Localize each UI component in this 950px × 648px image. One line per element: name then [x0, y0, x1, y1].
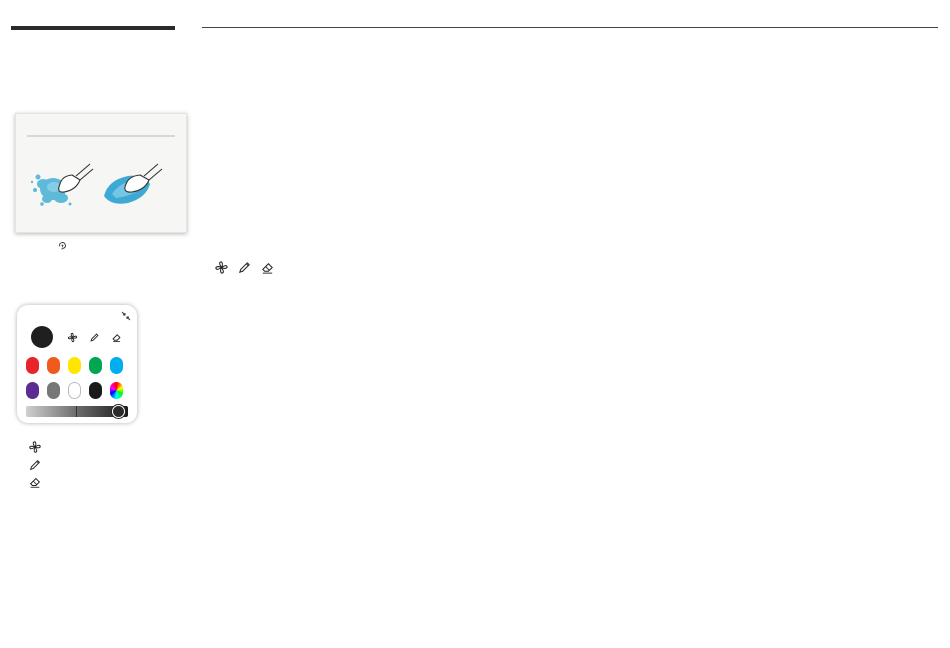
- brightness-slider[interactable]: [26, 405, 128, 418]
- swatch-orange[interactable]: [47, 357, 60, 374]
- section-rule: [11, 26, 175, 30]
- swatch-white[interactable]: [68, 382, 81, 399]
- swatch-green[interactable]: [89, 357, 102, 374]
- eraser-icon: [262, 262, 273, 274]
- brush-1: [58, 163, 94, 193]
- brush-2: [124, 163, 163, 193]
- swatch-blue[interactable]: [110, 357, 123, 374]
- swatch-purple[interactable]: [26, 382, 39, 399]
- pinwheel-icon[interactable]: [67, 332, 78, 343]
- swatch-black[interactable]: [89, 382, 102, 399]
- pen-icon: [29, 459, 41, 471]
- eraser-icon[interactable]: [111, 332, 122, 343]
- pen-settings-panel: [17, 305, 137, 423]
- swatch-yellow[interactable]: [68, 357, 81, 374]
- pinwheel-icon: [29, 441, 41, 453]
- pen-icon[interactable]: [89, 332, 100, 343]
- pen-icon: [238, 261, 250, 273]
- swatch-custom-color[interactable]: [110, 382, 123, 399]
- header-rule: [202, 27, 938, 28]
- swatch-gray[interactable]: [47, 382, 60, 399]
- collapse-icon[interactable]: [121, 311, 131, 321]
- slider-divider: [76, 406, 77, 417]
- touch-icon: [59, 242, 66, 250]
- swatch-red[interactable]: [26, 357, 39, 374]
- slider-knob[interactable]: [112, 405, 125, 418]
- current-color-indicator: [31, 326, 53, 348]
- inline-tool-icons: [214, 259, 275, 275]
- pinwheel-icon: [215, 260, 228, 274]
- brush-illustration: [15, 113, 187, 233]
- eraser-icon: [29, 477, 41, 488]
